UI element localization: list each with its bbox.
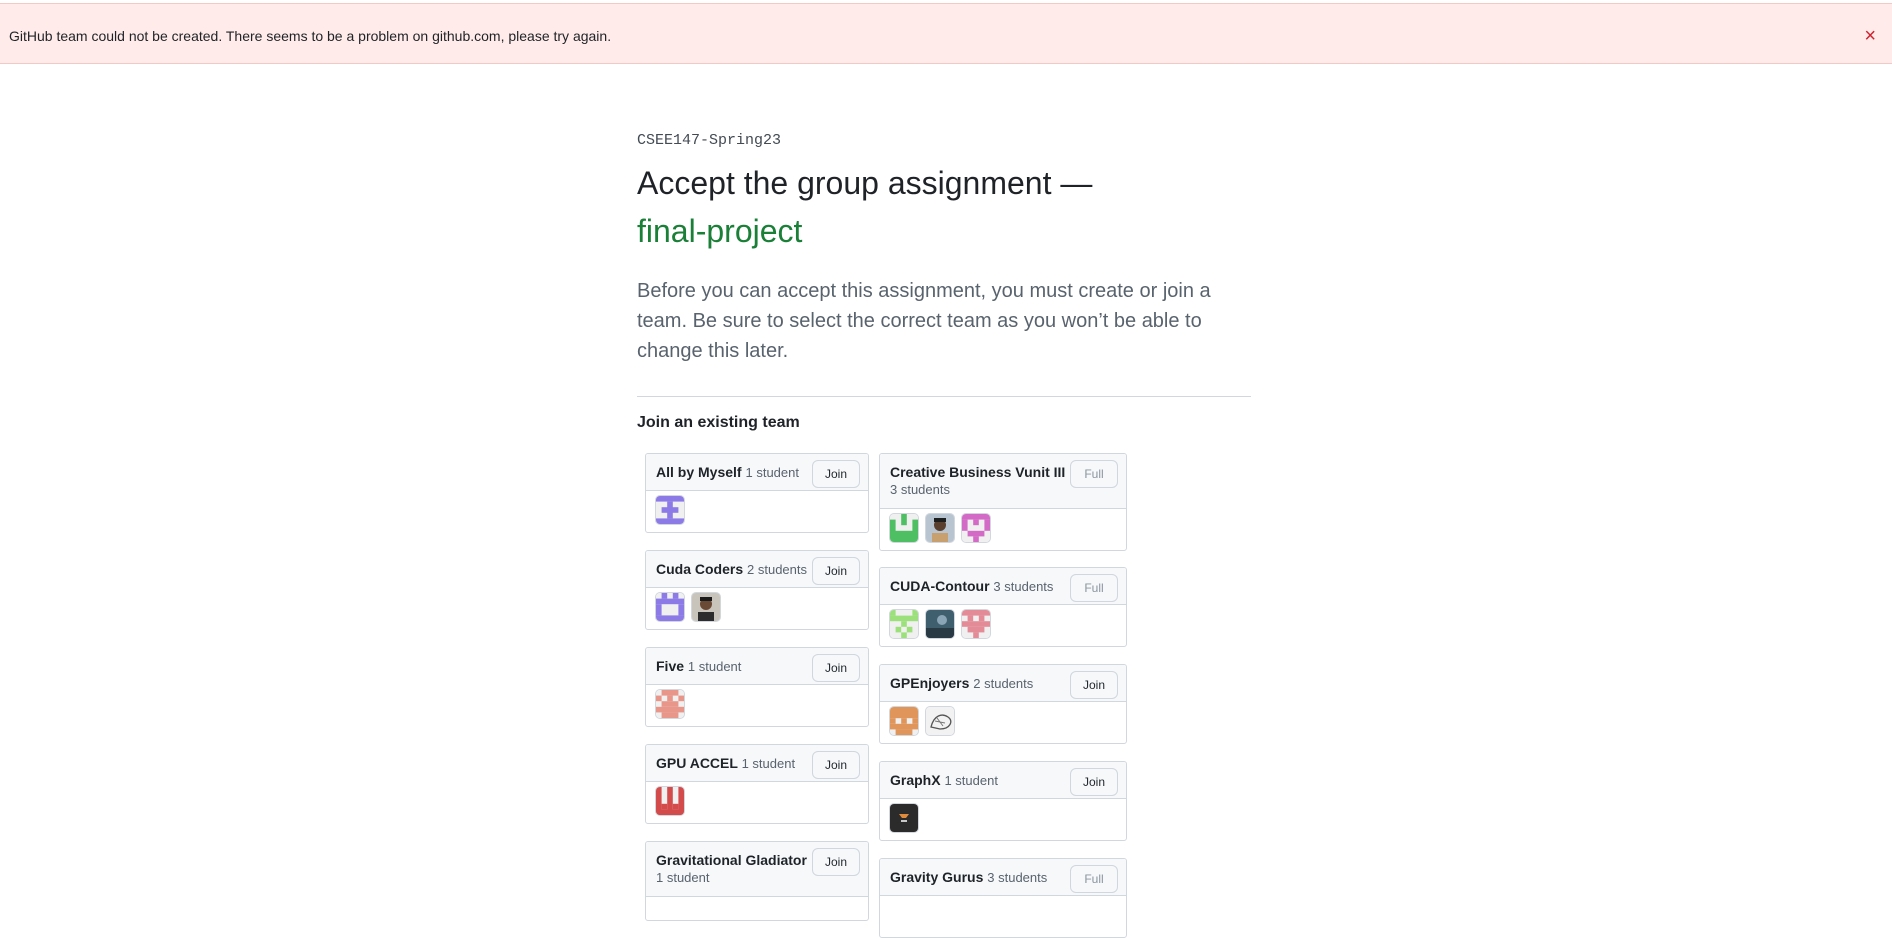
team-name: Creative Business Vunit III 3 students [890, 464, 1066, 497]
team-card-cuda-coders: Cuda Coders 2 students Join [645, 550, 869, 630]
avatar [889, 803, 919, 833]
avatar [961, 609, 991, 639]
classroom-name: CSEE147-Spring23 [637, 132, 782, 149]
team-card-graphx: GraphX 1 student Join [879, 761, 1127, 841]
full-button[interactable]: Full [1070, 865, 1118, 893]
team-members [655, 689, 685, 719]
avatar [655, 592, 685, 622]
avatar [889, 609, 919, 639]
team-members [655, 495, 685, 525]
avatar [961, 513, 991, 543]
close-icon[interactable]: × [1864, 26, 1876, 46]
join-button[interactable]: Join [812, 654, 860, 682]
team-name: GPEnjoyers 2 students [890, 675, 1034, 691]
avatar [655, 786, 685, 816]
team-members [655, 592, 721, 622]
team-name: All by Myself 1 student [656, 464, 799, 480]
team-name: Gravitational Gladiator 1 student [656, 852, 807, 885]
team-name: Gravity Gurus 3 students [890, 869, 1048, 885]
team-card-gpu-accel: GPU ACCEL 1 student Join [645, 744, 869, 824]
assignment-name: final-project [637, 213, 803, 249]
team-card-gravity-gurus: Gravity Gurus 3 students Full [879, 858, 1127, 938]
avatar [925, 513, 955, 543]
team-name: Five 1 student [656, 658, 742, 674]
team-card-all-by-myself: All by Myself 1 student Join [645, 453, 869, 533]
team-members [655, 786, 685, 816]
avatar [889, 513, 919, 543]
join-button[interactable]: Join [812, 751, 860, 779]
full-button[interactable]: Full [1070, 460, 1118, 488]
join-button[interactable]: Join [1070, 671, 1118, 699]
team-members [889, 706, 955, 736]
page-title: Accept the group assignment — [637, 165, 1093, 201]
join-button[interactable]: Join [812, 460, 860, 488]
team-card-cuda-contour: CUDA-Contour 3 students Full [879, 567, 1127, 647]
error-flash-banner: GitHub team could not be created. There … [0, 3, 1892, 64]
team-name: CUDA-Contour 3 students [890, 578, 1054, 594]
assignment-description: Before you can accept this assignment, y… [637, 280, 1211, 362]
avatar [655, 495, 685, 525]
team-members [889, 803, 919, 833]
avatar [925, 609, 955, 639]
avatar [691, 592, 721, 622]
join-button[interactable]: Join [1070, 768, 1118, 796]
join-button[interactable]: Join [812, 848, 860, 876]
team-name: GraphX 1 student [890, 772, 998, 788]
avatar [925, 706, 955, 736]
avatar [889, 706, 919, 736]
team-card-five: Five 1 student Join [645, 647, 869, 727]
team-name: GPU ACCEL 1 student [656, 755, 796, 771]
full-button[interactable]: Full [1070, 574, 1118, 602]
team-members [889, 609, 991, 639]
error-message: GitHub team could not be created. There … [9, 28, 612, 44]
avatar [655, 689, 685, 719]
join-button[interactable]: Join [812, 557, 860, 585]
team-card-creative-business-vunit-iii: Creative Business Vunit III 3 students F… [879, 453, 1127, 551]
team-members [889, 513, 991, 543]
section-title: Join an existing team [637, 414, 800, 431]
divider [637, 396, 1251, 397]
team-card-gpenjoyers: GPEnjoyers 2 students Join [879, 664, 1127, 744]
team-name: Cuda Coders 2 students [656, 561, 808, 577]
team-card-gravitational-gladiator: Gravitational Gladiator 1 student Join [645, 841, 869, 921]
